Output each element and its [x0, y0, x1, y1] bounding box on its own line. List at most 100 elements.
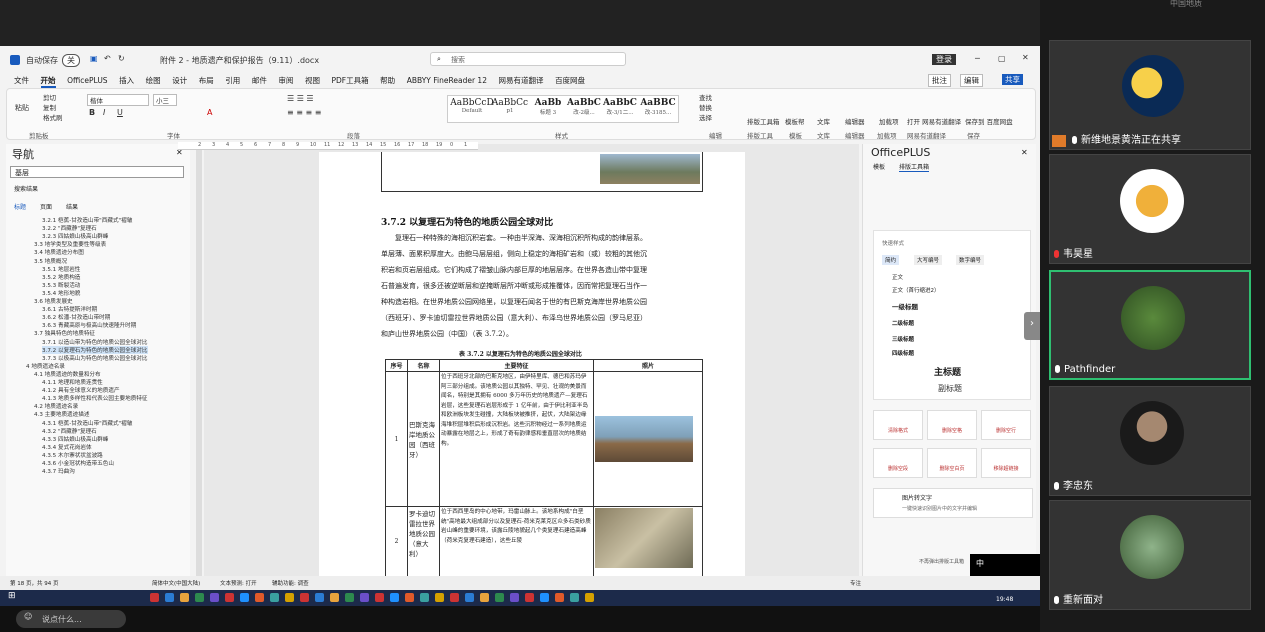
nav-heading-item[interactable]: 3.3 地学类型及重要性等级表 [34, 240, 106, 248]
remove-empty-lines-button[interactable]: 删除空行 [981, 410, 1031, 440]
login-button[interactable]: 登录 [932, 54, 956, 65]
taskbar-app-icon[interactable] [255, 593, 264, 602]
menu-item[interactable]: ABBYY FineReader 12 [407, 76, 487, 85]
italic-icon[interactable]: I [103, 108, 105, 117]
nav-heading-item[interactable]: 4.3 主要地质遗迹描述 [34, 410, 89, 418]
panel-tab-template[interactable]: 模板 [873, 162, 885, 171]
bold-icon[interactable]: B [89, 108, 95, 117]
taskbar-app-icon[interactable] [555, 593, 564, 602]
style-entry[interactable]: 四级标题 [892, 349, 914, 357]
taskbar-app-icon[interactable] [360, 593, 369, 602]
nav-heading-item[interactable]: 3.2.2 "西藏静"复理石 [42, 224, 97, 232]
style-entry[interactable]: 三级标题 [892, 335, 914, 343]
taskbar-app-icon[interactable] [405, 593, 414, 602]
menu-item[interactable]: OfficePLUS [67, 76, 107, 85]
format-painter-button[interactable]: 格式刷 [43, 112, 63, 122]
menu-item[interactable]: 插入 [119, 75, 134, 86]
search-box[interactable]: ⌕ 搜索 [430, 52, 626, 66]
menu-item[interactable]: 开始 [40, 75, 56, 88]
taskbar-app-icon[interactable] [495, 593, 504, 602]
sub-title-style[interactable]: 副标题 [938, 383, 962, 394]
menu-item[interactable]: 文件 [14, 75, 29, 86]
style-entry[interactable]: 一级标题 [892, 301, 918, 311]
taskbar-app-icon[interactable] [465, 593, 474, 602]
numbering-option[interactable]: 大写编号 [914, 255, 943, 265]
participant-tile[interactable]: 重新面对 [1049, 500, 1251, 610]
taskbar-app-icon[interactable] [195, 593, 204, 602]
menu-item[interactable]: 网易有道翻译 [499, 75, 544, 86]
panel-expand-chevron-icon[interactable]: › [1024, 312, 1040, 340]
nav-heading-item[interactable]: 4.3.1 桤蕉-甘孜造山带"西藏式"褶皱 [42, 419, 132, 427]
style-option[interactable]: AaBBC 改-3185... [636, 98, 680, 122]
addin-button[interactable]: 加载项 [879, 116, 899, 126]
nav-heading-item[interactable]: 3.7 独具特色的地质特征 [34, 329, 95, 337]
taskbar-app-icon[interactable] [300, 593, 309, 602]
bullets-icon[interactable]: ☰ ☰ ☰ [287, 94, 314, 103]
copy-button[interactable]: 复制 [43, 102, 56, 112]
maximize-icon[interactable]: ▢ [998, 54, 1006, 63]
font-color-icon[interactable]: A [207, 108, 212, 117]
nav-search-input[interactable]: 基层 [10, 166, 184, 178]
text-prediction-status[interactable]: 文本预测: 打开 [220, 579, 257, 587]
numbering-option[interactable]: 数字编号 [956, 255, 985, 265]
taskbar-app-icon[interactable] [525, 593, 534, 602]
taskbar-app-icon[interactable] [585, 593, 594, 602]
nav-tab-headings[interactable]: 标题 [14, 202, 26, 211]
participant-tile-active[interactable]: Pathfinder [1049, 270, 1251, 380]
cut-button[interactable]: 剪切 [43, 92, 56, 102]
nav-heading-item[interactable]: 4.1.1 地理和地质连贯性 [42, 378, 103, 386]
nav-heading-item[interactable]: 4 地质遗迹名录 [26, 362, 65, 370]
participant-tile[interactable]: 韦昊星 [1049, 154, 1251, 264]
start-icon[interactable]: ⊞ [8, 591, 16, 601]
library-button[interactable]: 文库 [817, 116, 830, 126]
menu-item[interactable]: 绘图 [146, 75, 161, 86]
taskbar-app-icon[interactable] [420, 593, 429, 602]
accessibility-status[interactable]: 辅助功能: 调查 [272, 579, 309, 587]
nav-heading-item[interactable]: 4.1.2 具有全球意义的地质遗产 [42, 386, 120, 394]
taskbar-app-icon[interactable] [225, 593, 234, 602]
participant-tile[interactable]: 李忠东 [1049, 386, 1251, 496]
undo-icon[interactable]: ↶ [104, 54, 111, 63]
nav-heading-item[interactable]: 4.3.4 复式花岗岩体 [42, 443, 92, 451]
chat-input[interactable]: ☺ 说点什么... [16, 610, 126, 628]
taskbar-app-icon[interactable] [510, 593, 519, 602]
nav-heading-item[interactable]: 3.5 地质概况 [34, 257, 67, 265]
nav-heading-item[interactable]: 3.6.1 古特提斯洋时期 [42, 305, 97, 313]
nav-heading-item[interactable]: 4.1.3 地质多样性和代表公园主要地质特征 [42, 394, 148, 402]
numbering-option[interactable]: 简约 [882, 255, 900, 265]
language-status[interactable]: 简体中文(中国大陆) [152, 579, 200, 587]
menu-item[interactable]: 百度网盘 [555, 75, 585, 86]
menu-item[interactable]: 邮件 [252, 75, 267, 86]
taskbar-app-icon[interactable] [315, 593, 324, 602]
autosave-toggle[interactable]: 关 [62, 54, 80, 67]
share-button[interactable]: 共享 [1002, 74, 1023, 85]
remove-spaces-button[interactable]: 删除空格 [927, 410, 977, 440]
select-button[interactable]: 选择 [699, 112, 712, 122]
paste-button[interactable]: 粘贴 [15, 103, 29, 113]
menu-item[interactable]: PDF工具箱 [332, 75, 369, 86]
font-size-select[interactable]: 小三 [153, 94, 177, 106]
taskbar-app-icon[interactable] [570, 593, 579, 602]
taskbar-app-icon[interactable] [240, 593, 249, 602]
menu-item[interactable]: 设计 [172, 75, 187, 86]
nav-heading-item[interactable]: 4.3.7 玛曲沟 [42, 467, 75, 475]
baidu-button[interactable]: 保存到 百度网盘 [965, 116, 1013, 126]
nav-heading-item[interactable]: 3.5.4 地形地貌 [42, 289, 80, 297]
nav-heading-item[interactable]: 3.5.2 地质构造 [42, 273, 80, 281]
align-icon[interactable]: ≡ ≡ ≡ ≡ [287, 108, 321, 117]
font-name-select[interactable]: 楷体 [87, 94, 149, 106]
dont-show-again-link[interactable]: 不再弹出排版工具箱 [919, 558, 964, 565]
remove-blank-pages-button[interactable]: 删除空白页 [927, 448, 977, 478]
nav-tab-results[interactable]: 结果 [66, 202, 78, 211]
nav-heading-item[interactable]: 3.6 地质发展史 [34, 297, 73, 305]
nav-heading-item[interactable]: 3.2.1 桤蕉-甘孜造山带"西藏式"褶皱 [42, 216, 132, 224]
underline-icon[interactable]: U [117, 108, 123, 117]
nav-heading-item[interactable]: 3.7.1 以造山带为特色的地质公园全球对比 [42, 338, 148, 346]
nav-heading-item[interactable]: 3.4 地质遗迹分布图 [34, 248, 84, 256]
taskbar-app-icon[interactable] [165, 593, 174, 602]
save-icon[interactable]: ▣ [90, 54, 98, 63]
nav-heading-item[interactable]: 3.6.3 青藏高原与极高山快速隆升时期 [42, 321, 136, 329]
template-button[interactable]: 模板帮 [785, 116, 805, 126]
remove-hyperlinks-button[interactable]: 移除超链接 [981, 448, 1031, 478]
taskbar-app-icon[interactable] [540, 593, 549, 602]
